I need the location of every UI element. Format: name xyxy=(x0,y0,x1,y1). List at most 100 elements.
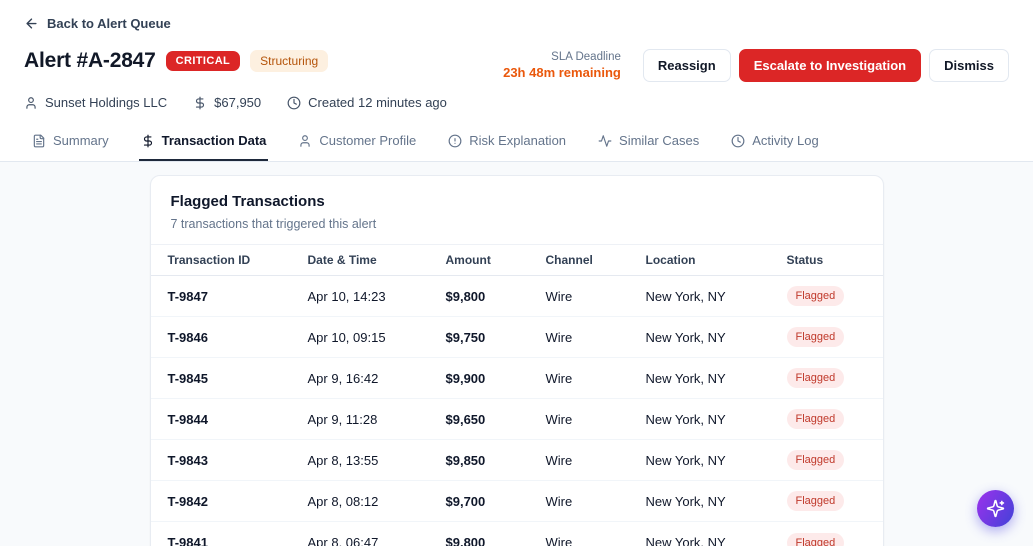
user-icon xyxy=(24,96,38,110)
cell-channel: Wire xyxy=(545,370,573,386)
table-row[interactable]: T-9841 Apr 8, 06:47 $9,800 Wire New York… xyxy=(151,522,883,546)
alert-circle-icon xyxy=(448,134,462,148)
cell-date-time: Apr 8, 13:55 xyxy=(307,452,379,468)
column-header-amount: Amount xyxy=(445,253,491,267)
clock-icon xyxy=(731,134,745,148)
cell-location: New York, NY xyxy=(645,535,726,546)
user-icon xyxy=(298,134,312,148)
customer-name: Sunset Holdings LLC xyxy=(45,95,168,110)
table-row[interactable]: T-9843 Apr 8, 13:55 $9,850 Wire New York… xyxy=(150,440,883,481)
cell-channel: Wire xyxy=(545,535,573,546)
column-header-transaction-id: Transaction ID xyxy=(167,253,251,267)
tab-bar: Summary Transaction Data Customer Profil… xyxy=(0,125,1033,162)
status-badge: Flagged xyxy=(786,450,845,470)
cell-channel: Wire xyxy=(545,288,573,304)
content-area: Flagged Transactions 7 transactions that… xyxy=(0,162,1033,546)
cell-transaction-id: T-9847 xyxy=(167,288,208,304)
status-badge: Flagged xyxy=(786,409,845,429)
alert-amount: $67,950 xyxy=(214,95,262,110)
cell-channel: Wire xyxy=(545,452,573,468)
tab-risk-explanation[interactable]: Risk Explanation xyxy=(446,125,568,161)
cell-channel: Wire xyxy=(545,329,573,345)
cell-date-time: Apr 8, 08:12 xyxy=(307,493,379,509)
page-title: Alert #A-2847 xyxy=(24,49,156,72)
status-badge: Flagged xyxy=(786,532,845,546)
cell-transaction-id: T-9846 xyxy=(167,329,208,345)
cell-amount: $9,850 xyxy=(445,452,486,468)
tab-customer-profile[interactable]: Customer Profile xyxy=(296,125,418,161)
sparkles-icon xyxy=(986,499,1005,518)
dollar-icon xyxy=(193,96,207,110)
created-time: Created 12 minutes ago xyxy=(308,95,447,110)
tab-similar-cases[interactable]: Similar Cases xyxy=(596,125,701,161)
cell-channel: Wire xyxy=(545,493,573,509)
cell-amount: $9,900 xyxy=(445,370,486,386)
alert-type-badge: Structuring xyxy=(250,50,329,72)
cell-transaction-id: T-9844 xyxy=(167,411,208,427)
tab-activity-log[interactable]: Activity Log xyxy=(729,125,820,161)
alert-header: Back to Alert Queue Alert #A-2847 CRITIC… xyxy=(0,0,1033,125)
back-link-label: Back to Alert Queue xyxy=(47,16,171,31)
cell-location: New York, NY xyxy=(645,288,726,304)
table-row[interactable]: T-9847 Apr 10, 14:23 $9,800 Wire New Yor… xyxy=(150,276,883,317)
cell-date-time: Apr 9, 16:42 xyxy=(307,370,379,386)
arrow-left-icon xyxy=(24,16,39,31)
table-row[interactable]: T-9842 Apr 8, 08:12 $9,700 Wire New York… xyxy=(150,481,883,522)
dollar-icon xyxy=(141,134,155,148)
cell-date-time: Apr 9, 11:28 xyxy=(307,411,378,427)
tab-transaction-data[interactable]: Transaction Data xyxy=(138,125,269,161)
status-badge: Flagged xyxy=(786,327,845,347)
cell-amount: $9,700 xyxy=(445,493,486,509)
sla-label: SLA Deadline xyxy=(551,51,621,63)
alert-meta-row: Sunset Holdings LLC $67,950 Created 12 m… xyxy=(24,95,1009,125)
back-to-queue-link[interactable]: Back to Alert Queue xyxy=(24,16,171,31)
card-header: Flagged Transactions 7 transactions that… xyxy=(150,176,883,245)
dismiss-button[interactable]: Dismiss xyxy=(929,49,1009,82)
cell-date-time: Apr 10, 09:15 xyxy=(307,329,386,345)
column-header-channel: Channel xyxy=(545,253,593,267)
severity-badge: CRITICAL xyxy=(165,51,241,71)
card-subtitle: 7 transactions that triggered this alert xyxy=(170,217,377,231)
card-title: Flagged Transactions xyxy=(170,193,325,210)
cell-transaction-id: T-9845 xyxy=(167,370,208,386)
status-badge: Flagged xyxy=(786,491,845,511)
status-badge: Flagged xyxy=(786,286,845,306)
sla-remaining: 23h 48m remaining xyxy=(503,65,621,80)
tab-summary[interactable]: Summary xyxy=(30,125,111,161)
flagged-transactions-card: Flagged Transactions 7 transactions that… xyxy=(149,175,884,546)
clock-icon xyxy=(287,96,301,110)
sla-deadline-block: SLA Deadline 23h 48m remaining xyxy=(503,51,621,80)
cell-location: New York, NY xyxy=(645,329,726,345)
activity-icon xyxy=(598,134,612,148)
cell-amount: $9,750 xyxy=(445,329,486,345)
table-body: T-9847 Apr 10, 14:23 $9,800 Wire New Yor… xyxy=(150,276,883,546)
cell-date-time: Apr 8, 06:47 xyxy=(307,535,379,546)
cell-location: New York, NY xyxy=(645,370,726,386)
reassign-button[interactable]: Reassign xyxy=(642,49,731,82)
table-row[interactable]: T-9844 Apr 9, 11:28 $9,650 Wire New York… xyxy=(150,399,883,440)
cell-amount: $9,800 xyxy=(445,535,486,546)
status-badge: Flagged xyxy=(786,368,845,388)
cell-location: New York, NY xyxy=(645,411,726,427)
cell-transaction-id: T-9843 xyxy=(167,452,208,468)
table-row[interactable]: T-9846 Apr 10, 09:15 $9,750 Wire New Yor… xyxy=(150,317,883,358)
table-header-row: Transaction ID Date & Time Amount Channe… xyxy=(150,245,883,276)
created-meta: Created 12 minutes ago xyxy=(287,95,447,110)
cell-location: New York, NY xyxy=(645,493,726,509)
ai-assistant-fab[interactable] xyxy=(977,490,1014,527)
cell-amount: $9,650 xyxy=(445,411,486,427)
customer-meta: Sunset Holdings LLC xyxy=(24,95,167,110)
column-header-date-time: Date & Time xyxy=(307,253,377,267)
cell-channel: Wire xyxy=(545,411,573,427)
cell-amount: $9,800 xyxy=(445,288,486,304)
column-header-location: Location xyxy=(645,253,696,267)
amount-meta: $67,950 xyxy=(193,95,261,110)
escalate-button[interactable]: Escalate to Investigation xyxy=(738,49,922,82)
cell-date-time: Apr 10, 14:23 xyxy=(307,288,386,304)
cell-location: New York, NY xyxy=(645,452,726,468)
cell-transaction-id: T-9841 xyxy=(167,535,208,546)
cell-transaction-id: T-9842 xyxy=(167,493,208,509)
table-row[interactable]: T-9845 Apr 9, 16:42 $9,900 Wire New York… xyxy=(150,358,883,399)
file-text-icon xyxy=(32,134,46,148)
column-header-status: Status xyxy=(786,253,824,267)
